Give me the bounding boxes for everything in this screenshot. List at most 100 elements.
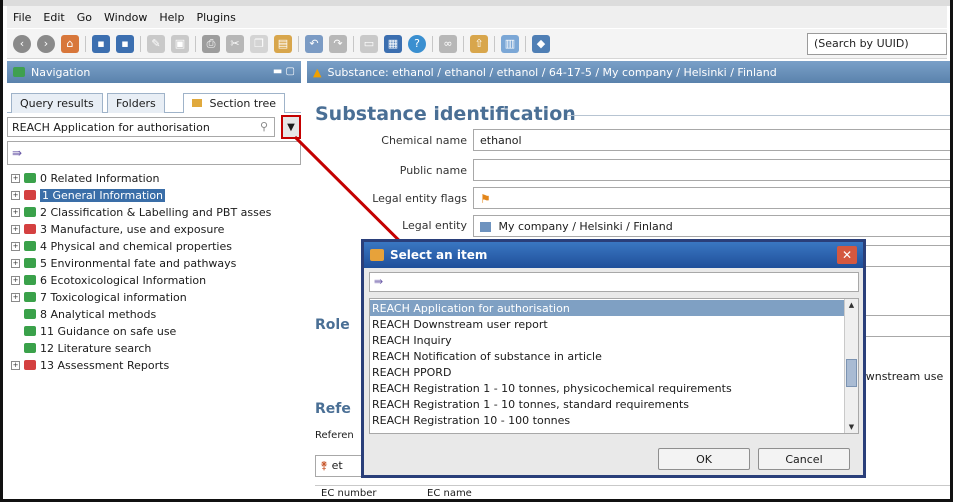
list-scrollbar[interactable]: ▲ ▼	[844, 299, 858, 433]
tree-filter-input[interactable]: ⇛	[7, 141, 301, 165]
tab-folders[interactable]: Folders	[107, 93, 165, 113]
view-icon[interactable]: ▣	[171, 34, 189, 53]
close-icon[interactable]: ✕	[837, 246, 857, 264]
paste-icon[interactable]: ▤	[274, 34, 292, 53]
table-icon[interactable]: ▥	[501, 34, 519, 53]
building-icon	[480, 222, 491, 232]
report-icon[interactable]: ▦	[384, 34, 402, 53]
tree-node[interactable]: +13 Assessment Reports	[11, 357, 169, 373]
flag-icon: ⚑	[480, 192, 491, 206]
tree-node[interactable]: +0 Related Information	[11, 170, 159, 186]
legal-entity-flags-field[interactable]: ⚑	[473, 187, 950, 209]
home-icon[interactable]: ⌂	[61, 34, 79, 53]
tree-node[interactable]: 12 Literature search	[24, 340, 151, 356]
section-title: Substance identification	[315, 103, 576, 125]
dropdown-button[interactable]: ▼	[281, 115, 301, 139]
expand-icon[interactable]: +	[11, 241, 20, 251]
list-item[interactable]: REACH Notification of substance in artic…	[370, 348, 844, 364]
redo-icon[interactable]: ↷	[329, 34, 347, 53]
reference-chip-label: et	[331, 459, 343, 472]
expand-icon[interactable]: +	[11, 360, 20, 370]
cancel-button[interactable]: Cancel	[758, 448, 850, 470]
list-item[interactable]: REACH Registration 10 - 100 tonnes	[370, 412, 844, 428]
tree-node-label: 4 Physical and chemical properties	[40, 239, 232, 253]
expand-icon[interactable]: +	[11, 190, 20, 200]
legal-entity-field[interactable]: My company / Helsinki / Finland	[473, 215, 950, 237]
undo-icon[interactable]: ↶	[305, 34, 323, 53]
list-item[interactable]: REACH Inquiry	[370, 332, 844, 348]
tab-section-tree[interactable]: Section tree	[183, 93, 285, 113]
upload-icon[interactable]: ⇧	[470, 34, 488, 53]
expand-icon[interactable]: +	[11, 292, 20, 302]
link-icon[interactable]: ∞	[439, 34, 457, 53]
menu-edit[interactable]: Edit	[43, 11, 64, 24]
help-icon[interactable]: ?	[408, 34, 426, 53]
tab-query-results[interactable]: Query results	[11, 93, 103, 113]
list-item[interactable]: REACH Application for authorisation	[370, 300, 844, 316]
tree-node[interactable]: +4 Physical and chemical properties	[11, 238, 232, 254]
app-icon	[370, 249, 384, 261]
back-arrow-icon[interactable]: ‹	[13, 34, 31, 53]
expand-icon[interactable]: +	[11, 207, 20, 217]
expand-icon[interactable]: +	[11, 275, 20, 285]
reference-title: Refe	[315, 401, 351, 417]
reference-label: Referen	[315, 430, 354, 441]
tree-node[interactable]: +1 General Information	[11, 187, 166, 203]
plugin-icon[interactable]: ◆	[532, 34, 550, 53]
book-icon	[192, 99, 202, 107]
menu-plugins[interactable]: Plugins	[196, 11, 235, 24]
edit-icon[interactable]: ✎	[147, 34, 165, 53]
scroll-down-icon[interactable]: ▼	[845, 421, 858, 433]
tree-node[interactable]: +2 Classification & Labelling and PBT as…	[11, 204, 271, 220]
list-item[interactable]: REACH PPORD	[370, 364, 844, 380]
dialog-filter-input[interactable]: ⇛	[369, 272, 859, 292]
tree-node[interactable]: +5 Environmental fate and pathways	[11, 255, 236, 271]
expand-icon[interactable]: +	[11, 224, 20, 234]
list-item[interactable]: REACH Downstream user report	[370, 316, 844, 332]
print-icon[interactable]: ⎙	[202, 34, 220, 53]
toolbar-separator	[432, 35, 433, 52]
cut-icon[interactable]: ✂	[226, 34, 244, 53]
tree-node[interactable]: +7 Toxicological information	[11, 289, 187, 305]
tree-node[interactable]: +3 Manufacture, use and exposure	[11, 221, 224, 237]
minimize-maximize-icon[interactable]: ▬ ▢	[273, 66, 295, 77]
public-name-field[interactable]	[473, 159, 950, 181]
toolbar-separator	[525, 35, 526, 52]
expand-icon[interactable]: +	[11, 258, 20, 268]
uuid-search-input[interactable]: (Search by UUID)	[807, 33, 947, 55]
breadcrumb: ▲ Substance: ethanol / ethanol / ethanol…	[307, 61, 950, 83]
dialog-title: Select an item	[390, 248, 488, 262]
filter-icon: ⇛	[12, 146, 23, 160]
toolbar-separator	[140, 35, 141, 52]
ok-button[interactable]: OK	[658, 448, 750, 470]
menu-go[interactable]: Go	[77, 11, 92, 24]
forward-arrow-icon[interactable]: ›	[37, 34, 55, 53]
book-icon	[24, 241, 36, 251]
scroll-thumb[interactable]	[846, 359, 857, 387]
tree-node[interactable]: 8 Analytical methods	[24, 306, 156, 322]
menu-window[interactable]: Window	[104, 11, 147, 24]
tree-node-label: 12 Literature search	[40, 341, 152, 355]
tree-node[interactable]: 11 Guidance on safe use	[24, 323, 176, 339]
toolbar-separator	[298, 35, 299, 52]
save-all-icon[interactable]: ▪	[116, 34, 134, 53]
book-icon	[24, 207, 36, 217]
scroll-up-icon[interactable]: ▲	[845, 299, 858, 311]
application-select[interactable]: REACH Application for authorisation ⚲	[7, 117, 275, 137]
substance-icon: ⚵	[320, 459, 329, 472]
select-item-dialog: Select an item ✕ ⇛ REACH Application for…	[361, 239, 866, 478]
document-icon[interactable]: ▭	[360, 34, 378, 53]
tree-node[interactable]: +6 Ecotoxicological Information	[11, 272, 206, 288]
menu-help[interactable]: Help	[159, 11, 184, 24]
expand-icon[interactable]: +	[11, 173, 20, 183]
save-icon[interactable]: ▪	[92, 34, 110, 53]
downstream-use-text: ownstream use	[859, 370, 944, 383]
list-item[interactable]: REACH Registration 1 - 10 tonnes, physic…	[370, 380, 844, 396]
menu-file[interactable]: File	[13, 11, 31, 24]
copy-icon[interactable]: ❐	[250, 34, 268, 53]
chemical-name-field[interactable]: ethanol	[473, 129, 950, 151]
compass-icon	[13, 67, 25, 77]
list-item[interactable]: REACH Registration 1 - 10 tonnes, standa…	[370, 396, 844, 412]
dialog-titlebar: Select an item ✕	[364, 242, 863, 268]
ok-button-label: OK	[696, 452, 712, 466]
